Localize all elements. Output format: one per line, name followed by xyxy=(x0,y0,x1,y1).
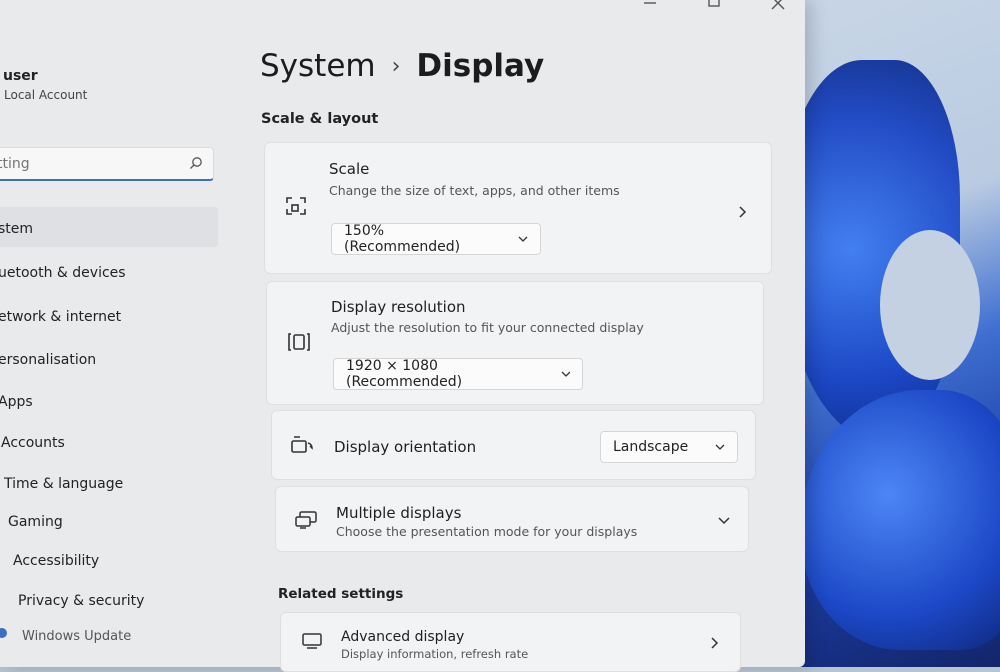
advanced-display-subtitle: Display information, refresh rate xyxy=(341,647,529,661)
orientation-dropdown-value: Landscape xyxy=(613,439,689,455)
sidebar-item-network-internet[interactable]: etwork & internet xyxy=(0,309,121,325)
advanced-display-title: Advanced display xyxy=(341,629,465,645)
scale-title: Scale xyxy=(329,160,370,178)
multiple-displays-title: Multiple displays xyxy=(336,504,462,522)
resolution-dropdown-value: 1920 × 1080 (Recommended) xyxy=(346,358,463,390)
monitor-icon xyxy=(302,633,322,649)
breadcrumb: System › Display xyxy=(260,48,544,84)
resolution-subtitle: Adjust the resolution to fit your connec… xyxy=(331,320,644,335)
breadcrumb-separator: › xyxy=(391,53,401,79)
orientation-title: Display orientation xyxy=(334,438,477,456)
chevron-down-icon xyxy=(518,236,528,242)
scale-subtitle: Change the size of text, apps, and other… xyxy=(329,183,620,198)
wallpaper-bloom xyxy=(800,390,1000,650)
breadcrumb-parent[interactable]: System xyxy=(260,48,376,84)
user-account-type: Local Account xyxy=(4,88,88,102)
windows-update-icon xyxy=(0,628,7,638)
advanced-display-card[interactable]: Advanced display Display information, re… xyxy=(280,612,741,672)
maximize-icon xyxy=(708,0,720,7)
chevron-down-icon[interactable] xyxy=(718,517,730,525)
wallpaper-gap xyxy=(880,230,980,380)
sidebar: user Local Account stem uetooth & device… xyxy=(0,0,235,667)
sidebar-item-gaming[interactable]: Gaming xyxy=(8,514,63,530)
chevron-right-icon[interactable] xyxy=(739,206,747,218)
section-heading-scale-layout: Scale & layout xyxy=(261,111,379,127)
maximize-button[interactable] xyxy=(705,0,723,12)
search-input[interactable] xyxy=(0,148,179,180)
display-orientation-card: Display orientation Landscape xyxy=(271,410,756,480)
page-title: Display xyxy=(416,48,545,84)
chevron-right-icon[interactable] xyxy=(711,637,719,649)
sidebar-item-personalisation[interactable]: ersonalisation xyxy=(0,352,96,368)
sidebar-item-system[interactable]: stem xyxy=(0,221,33,237)
sidebar-item-accounts[interactable]: Accounts xyxy=(1,435,65,451)
scale-dropdown[interactable]: 150% (Recommended) xyxy=(331,223,541,255)
search-box[interactable] xyxy=(0,147,214,181)
sidebar-item-time-language[interactable]: Time & language xyxy=(4,476,123,492)
multiple-displays-card[interactable]: Multiple displays Choose the presentatio… xyxy=(275,486,749,552)
sidebar-item-apps[interactable]: Apps xyxy=(0,394,33,410)
settings-window: user Local Account stem uetooth & device… xyxy=(0,0,805,672)
sidebar-item-windows-update[interactable]: Windows Update xyxy=(22,629,131,644)
scale-dropdown-value: 150% (Recommended) xyxy=(344,223,461,255)
sidebar-item-accessibility[interactable]: Accessibility xyxy=(13,553,99,569)
section-heading-related-settings: Related settings xyxy=(278,586,404,602)
resolution-dropdown[interactable]: 1920 × 1080 (Recommended) xyxy=(333,358,583,390)
minimize-icon xyxy=(644,2,656,4)
display-resolution-card: Display resolution Adjust the resolution… xyxy=(266,281,764,405)
chevron-down-icon xyxy=(561,371,570,377)
sidebar-item-privacy-security[interactable]: Privacy & security xyxy=(18,593,144,609)
sidebar-item-bluetooth-devices[interactable]: uetooth & devices xyxy=(0,265,126,281)
search-icon xyxy=(190,157,202,169)
scale-icon xyxy=(286,197,306,215)
resolution-icon xyxy=(288,333,310,351)
multiple-displays-subtitle: Choose the presentation mode for your di… xyxy=(336,524,638,539)
minimize-button[interactable] xyxy=(641,0,659,12)
resolution-title: Display resolution xyxy=(331,298,466,316)
multiple-displays-icon xyxy=(295,511,317,529)
caption-buttons xyxy=(641,0,787,12)
close-button[interactable] xyxy=(769,0,787,12)
close-icon xyxy=(771,0,785,10)
orientation-dropdown[interactable]: Landscape xyxy=(600,431,738,463)
chevron-down-icon xyxy=(715,444,725,450)
scale-card[interactable]: Scale Change the size of text, apps, and… xyxy=(264,142,772,274)
user-name: user xyxy=(3,68,38,84)
orientation-icon xyxy=(291,436,313,453)
